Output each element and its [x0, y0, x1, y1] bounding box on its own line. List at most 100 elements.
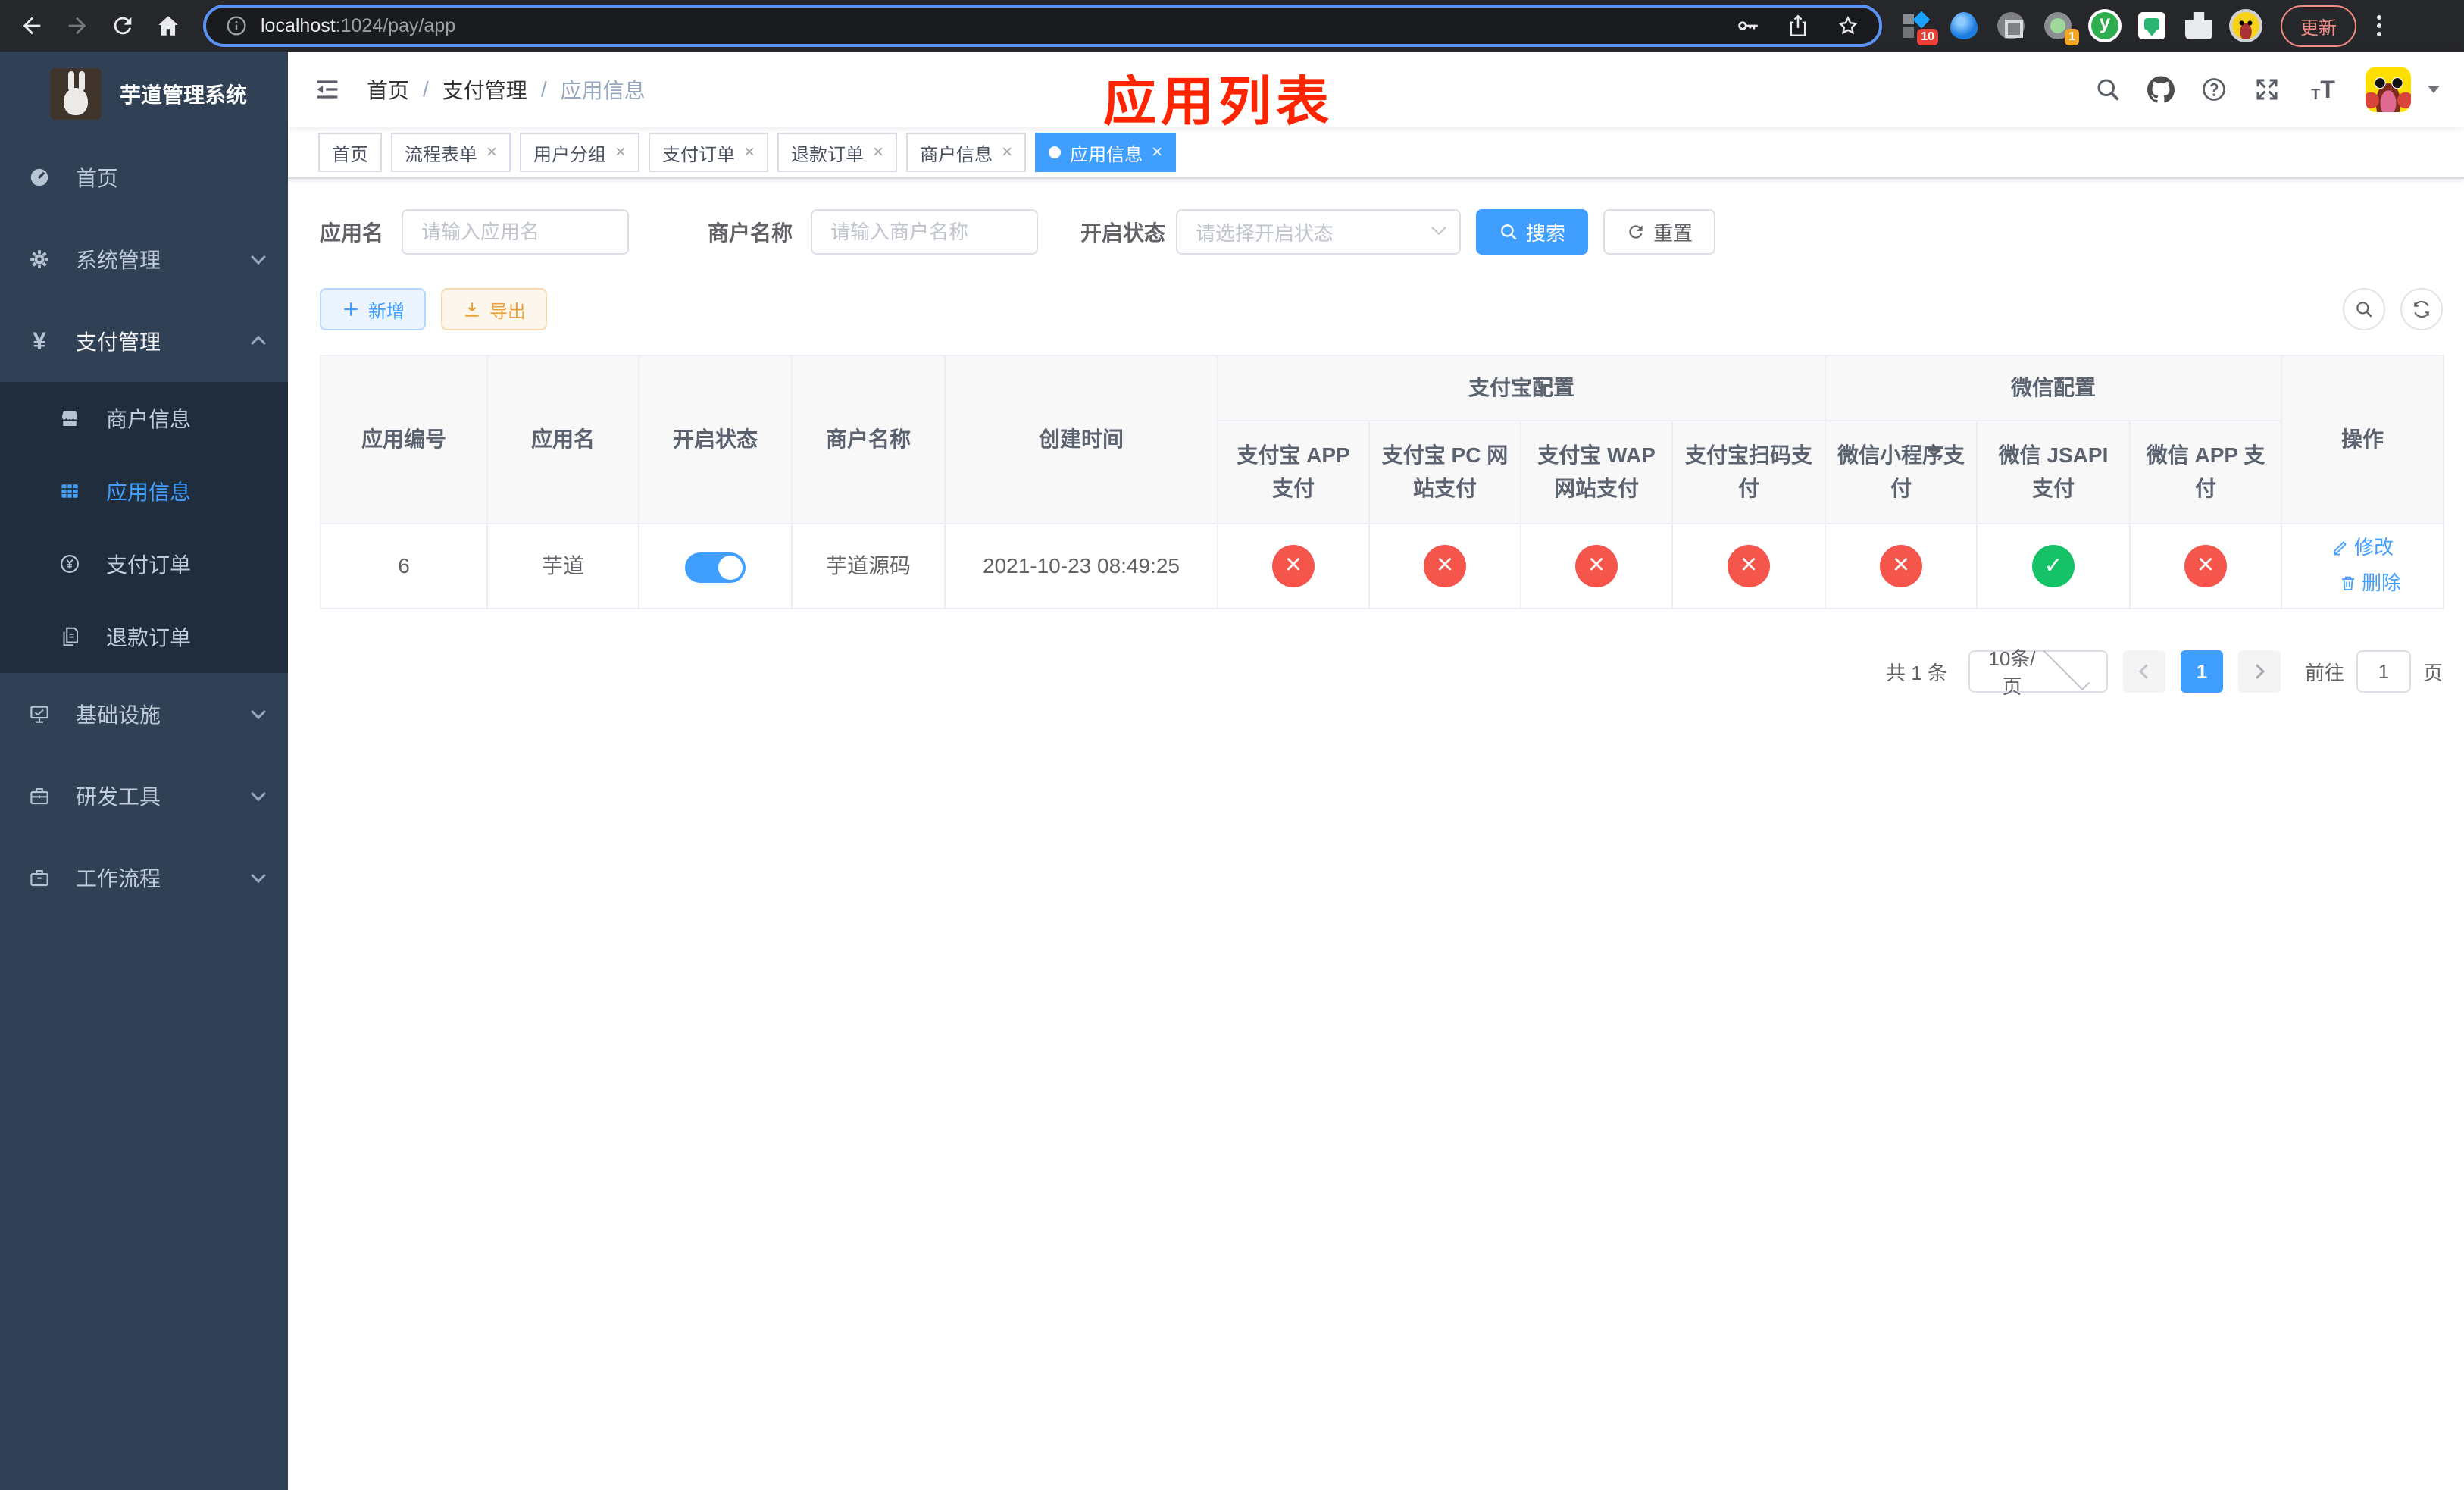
cell-app-id: 6 — [321, 524, 488, 609]
pagination: 共 1 条 10条/页 1 前往 页 — [320, 643, 2443, 698]
extension-command-icon[interactable] — [1997, 12, 2025, 39]
site-info-icon[interactable] — [224, 14, 249, 38]
prev-page-button[interactable] — [2122, 650, 2165, 693]
password-key-icon[interactable] — [1735, 13, 1761, 39]
page-number-1[interactable]: 1 — [2180, 650, 2223, 693]
chevron-up-icon — [251, 335, 266, 351]
breadcrumb-separator: / — [540, 77, 547, 101]
chevron-down-icon — [2043, 643, 2090, 691]
help-icon[interactable] — [2200, 76, 2228, 103]
browser-toolbar: localhost:1024/pay/app 10 1 更新 — [0, 0, 2464, 52]
status-select[interactable]: 请选择开启状态 — [1176, 209, 1462, 255]
sidebar-item-payment[interactable]: ¥ 支付管理 — [0, 300, 288, 382]
extension-record-icon[interactable]: 1 — [2044, 12, 2079, 45]
close-icon[interactable] — [1152, 143, 1162, 161]
home-button[interactable] — [149, 6, 188, 45]
sidebar-item-infrastructure[interactable]: 基础设施 — [0, 673, 288, 755]
app-name-input[interactable] — [402, 209, 630, 255]
sidebar-item-system[interactable]: 系统管理 — [0, 218, 288, 300]
col-created: 创建时间 — [945, 355, 1218, 524]
sidebar-item-app-info[interactable]: 应用信息 — [0, 455, 288, 527]
close-icon[interactable] — [486, 143, 497, 161]
breadcrumb-payment[interactable]: 支付管理 — [442, 74, 527, 105]
next-page-button[interactable] — [2237, 650, 2281, 693]
tab-home[interactable]: 首页 — [318, 133, 382, 172]
search-button[interactable]: 搜索 — [1476, 209, 1589, 255]
search-icon[interactable] — [2094, 76, 2122, 103]
col-alipay-wap: 支付宝 WAP 网站支付 — [1521, 421, 1673, 524]
edit-link[interactable]: 修改 — [2331, 531, 2394, 564]
tab-refund-orders[interactable]: 退款订单 — [777, 133, 898, 172]
add-button[interactable]: 新增 — [320, 288, 426, 330]
enabled-toggle[interactable] — [685, 552, 746, 583]
reset-button[interactable]: 重置 — [1603, 209, 1716, 255]
avatar[interactable] — [2366, 67, 2411, 112]
merchant-name-input[interactable] — [811, 209, 1039, 255]
app-shell: 芋道管理系统 首页 系统管理 ¥ 支付管理 商户信息 应用信息 支付订单 退款订… — [0, 52, 2464, 1490]
show-search-button[interactable] — [2343, 288, 2385, 330]
goto-suffix: 页 — [2422, 661, 2443, 684]
sidebar-item-home[interactable]: 首页 — [0, 136, 288, 218]
dashboard-icon — [27, 165, 52, 189]
forward-icon — [68, 17, 86, 35]
font-size-icon[interactable] — [2306, 76, 2340, 104]
alipay-qr-status-icon — [1728, 545, 1770, 587]
logo-row[interactable]: 芋道管理系统 — [0, 52, 288, 136]
filter-form: 应用名 商户名称 开启状态 请选择开启状态 搜索 重置 — [320, 209, 2464, 255]
tab-process-form[interactable]: 流程表单 — [391, 133, 511, 172]
payment-submenu: 商户信息 应用信息 支付订单 退款订单 — [0, 382, 288, 673]
app-name-label: 应用名 — [320, 221, 384, 245]
goto-page-input[interactable] — [2356, 650, 2411, 693]
cell-created: 2021-10-23 08:49:25 — [945, 524, 1218, 609]
col-alipay-qr: 支付宝扫码支付 — [1672, 421, 1827, 524]
tab-app-info[interactable]: 应用信息 — [1035, 133, 1177, 172]
forward-button[interactable] — [58, 6, 97, 45]
sidebar-item-refund-orders[interactable]: 退款订单 — [0, 600, 288, 673]
close-icon[interactable] — [873, 143, 883, 161]
back-button[interactable] — [12, 6, 52, 45]
chrome-update-button[interactable]: 更新 — [2281, 5, 2356, 47]
group-wechat-config: 微信配置 — [1825, 355, 2283, 421]
sidebar-item-pay-orders[interactable]: 支付订单 — [0, 527, 288, 600]
sidebar-item-merchant-info[interactable]: 商户信息 — [0, 382, 288, 455]
extension-chat-icon[interactable] — [2138, 12, 2165, 39]
tab-pay-orders[interactable]: 支付订单 — [649, 133, 769, 172]
chevron-down-icon — [251, 704, 266, 720]
bookmark-star-icon[interactable] — [1835, 13, 1861, 39]
tab-merchant-info[interactable]: 商户信息 — [906, 133, 1027, 172]
chevron-down-icon — [1431, 220, 1446, 236]
col-status: 开启状态 — [639, 355, 793, 524]
export-button[interactable]: 导出 — [441, 288, 547, 330]
breadcrumb-home[interactable]: 首页 — [367, 74, 409, 105]
sidebar-item-workflow[interactable]: 工作流程 — [0, 837, 288, 919]
fullscreen-icon[interactable] — [2253, 76, 2281, 103]
close-icon[interactable] — [1002, 143, 1012, 161]
tab-user-group[interactable]: 用户分组 — [520, 133, 640, 172]
close-icon[interactable] — [744, 143, 755, 161]
back-icon — [23, 17, 41, 35]
page-size-select[interactable]: 10条/页 — [1968, 643, 2108, 698]
navbar: 首页 / 支付管理 / 应用信息 应用列表 — [288, 52, 2464, 131]
alipay-pc-status-icon — [1424, 545, 1466, 587]
refresh-icon — [2414, 300, 2429, 318]
profile-emoji-icon[interactable] — [2232, 12, 2259, 39]
actions-row: 新增 导出 — [320, 288, 2443, 330]
extension-balloon-icon[interactable] — [1950, 12, 1978, 39]
refresh-table-button[interactable] — [2400, 288, 2443, 330]
github-icon[interactable] — [2147, 76, 2175, 103]
share-icon[interactable] — [1785, 13, 1811, 39]
delete-link[interactable]: 删除 — [2339, 566, 2401, 599]
avatar-caret-icon[interactable] — [2428, 86, 2440, 93]
extensions-puzzle-icon[interactable] — [2185, 12, 2212, 39]
extension-tiles-icon[interactable]: 10 — [1903, 12, 1938, 45]
status-label: 开启状态 — [1080, 221, 1166, 245]
extension-y-icon[interactable] — [2091, 11, 2118, 39]
reload-button[interactable] — [103, 6, 142, 45]
close-icon[interactable] — [615, 143, 626, 161]
chrome-menu-icon[interactable] — [2369, 15, 2390, 36]
collapse-sidebar-icon[interactable] — [312, 74, 342, 105]
edit-pencil-icon — [2334, 541, 2347, 556]
search-icon — [2356, 302, 2372, 318]
sidebar-item-dev-tools[interactable]: 研发工具 — [0, 755, 288, 837]
url-bar[interactable]: localhost:1024/pay/app — [203, 5, 1882, 47]
